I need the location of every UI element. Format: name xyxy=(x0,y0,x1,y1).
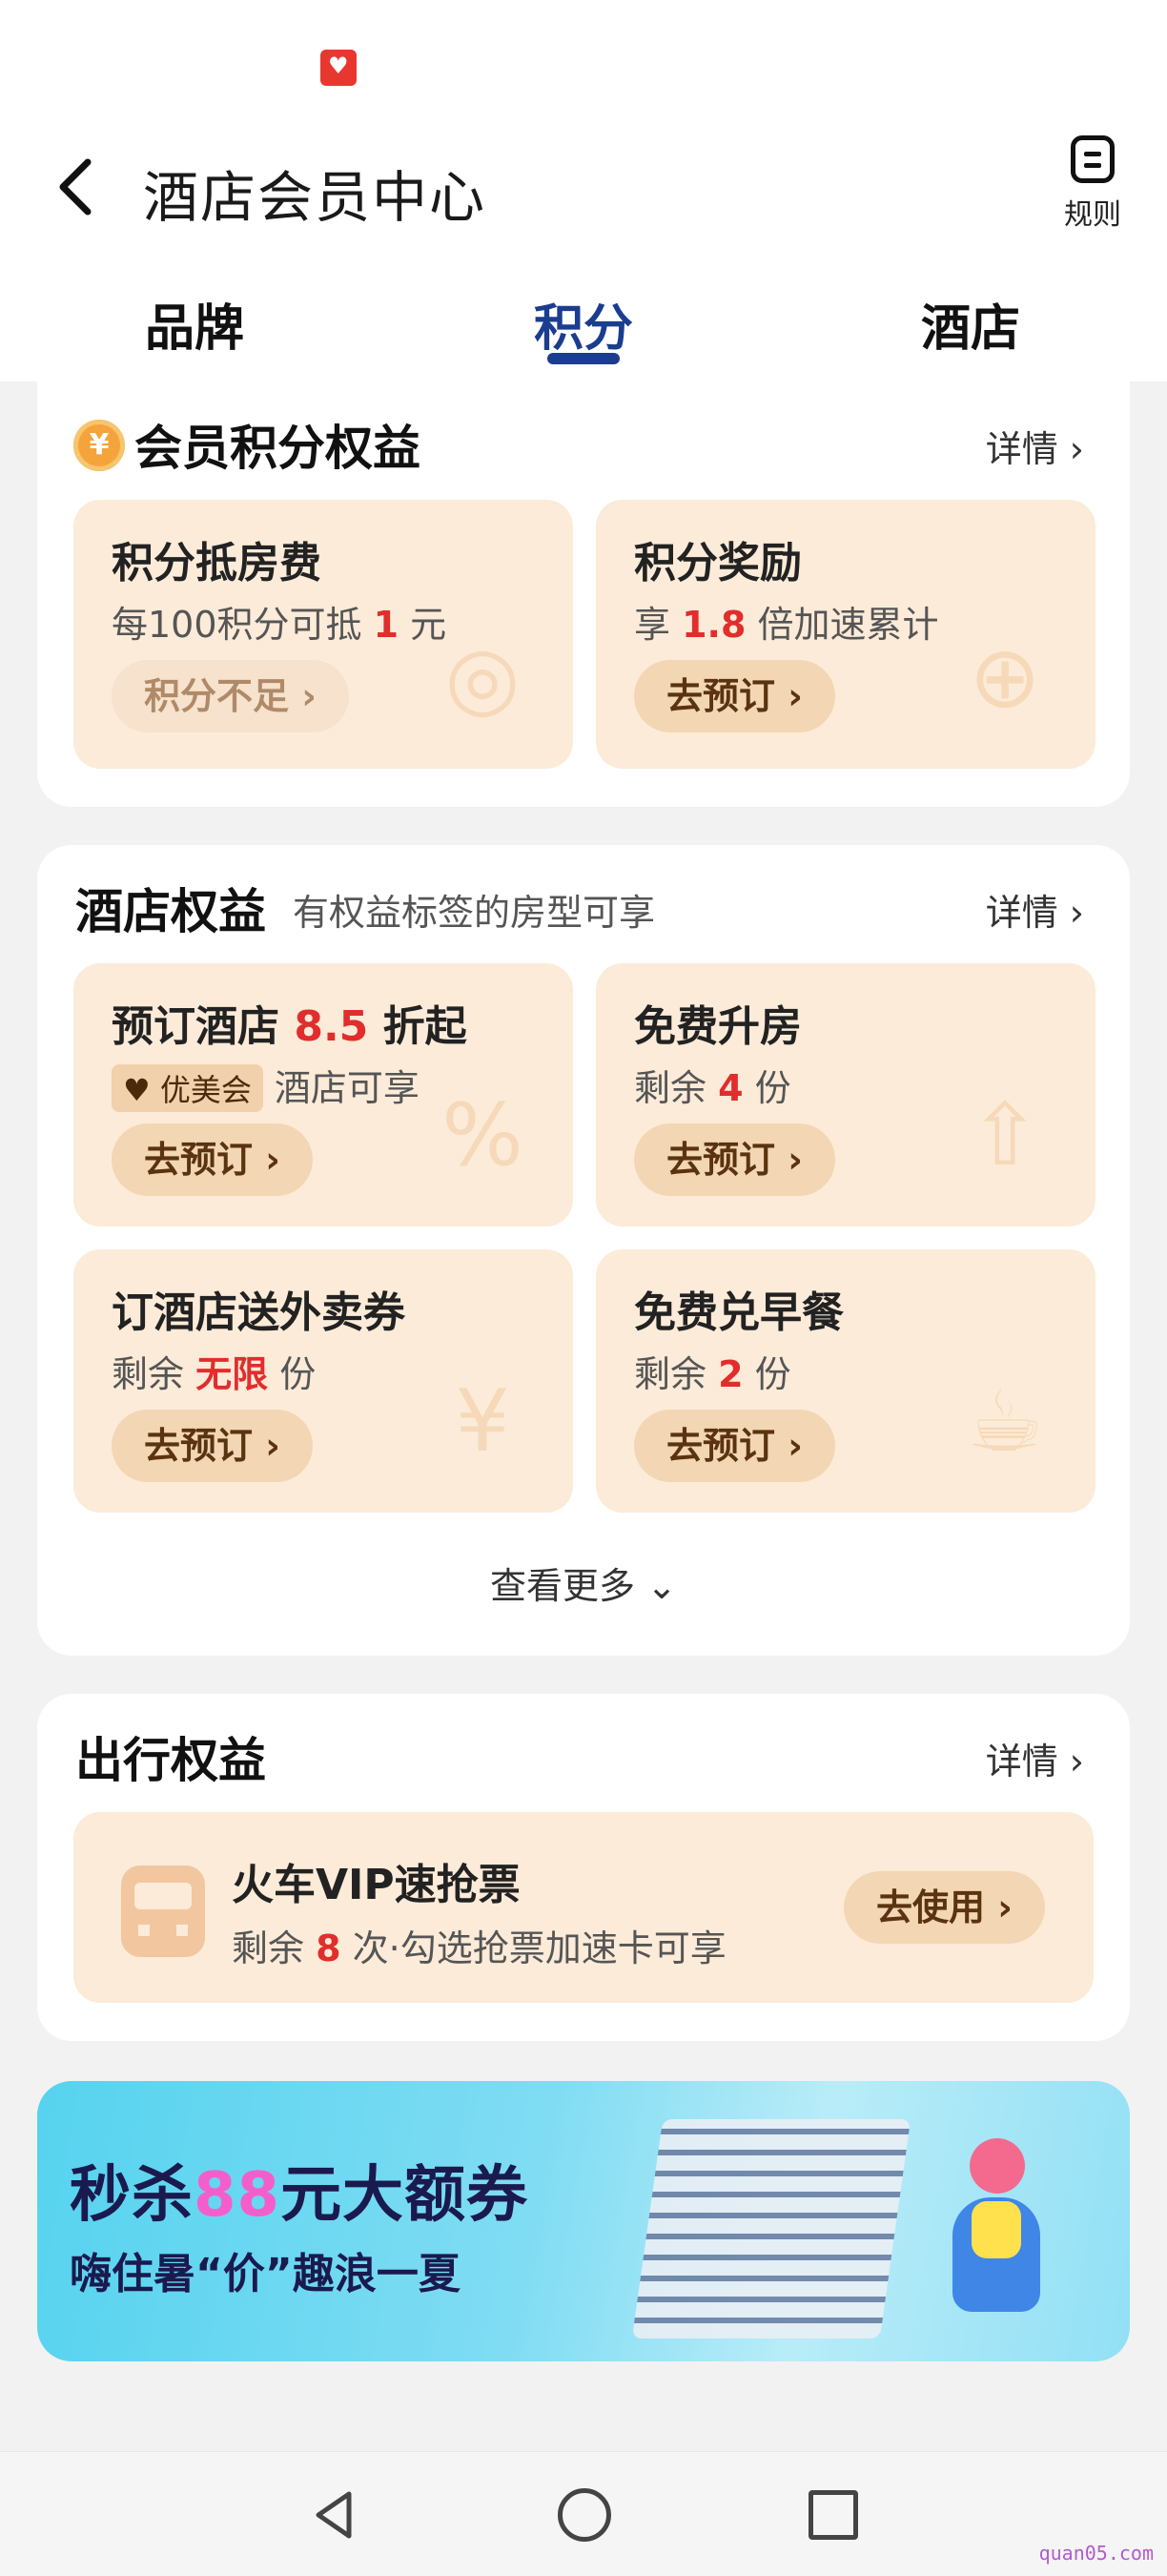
tile-title: 订酒店送外卖券 xyxy=(112,1288,405,1337)
nav-recents-icon[interactable] xyxy=(809,2490,858,2540)
tile-title: 免费升房 xyxy=(634,1002,802,1051)
tab-points[interactable]: 积分 xyxy=(534,288,633,360)
section-title: 会员积分权益 xyxy=(134,421,420,476)
travel-benefits-card: 出行权益 详情 › 火车VIP速抢票 剩余 8 次·勾选抢票加速卡可享 去使用 … xyxy=(37,1694,1130,2041)
tile-title: 火车VIP速抢票 xyxy=(232,1861,521,1909)
tile-desc: 每100积分可抵 1 元 xyxy=(112,604,447,646)
hotel-tile-breakfast[interactable]: 免费兑早餐 剩余 2 份 去预订 › ☕ xyxy=(596,1249,1095,1513)
tile-desc: ♥ 优美会 酒店可享 xyxy=(112,1059,420,1112)
hotel-tile-delivery-coupon[interactable]: 订酒店送外卖券 剩余 无限 份 去预订 › ¥ xyxy=(73,1249,573,1513)
top-bar: 酒店会员中心 规则 品牌 积分 酒店 xyxy=(0,0,1167,381)
book-button[interactable]: 去预订 › xyxy=(112,1410,313,1482)
hotel-benefits-card: 酒店权益 有权益标签的房型可享 详情 › 预订酒店 8.5 折起 ♥ 优美会 酒店… xyxy=(37,845,1130,1656)
promo-banner[interactable]: 秒杀88元大额券 嗨住暑“价”趣浪一夏 xyxy=(37,2081,1130,2361)
train-icon xyxy=(121,1865,205,1957)
detail-link[interactable]: 详情 › xyxy=(986,1732,1084,1784)
breakfast-icon: ☕ xyxy=(966,1371,1044,1472)
tab-hotel[interactable]: 酒店 xyxy=(921,288,1020,360)
coin-up-icon: ⊕ xyxy=(969,628,1041,728)
points-tile-room-fee[interactable]: 积分抵房费 每100积分可抵 1 元 积分不足 › ◎ xyxy=(73,500,573,769)
nav-home-icon[interactable] xyxy=(558,2488,611,2542)
rules-icon xyxy=(1071,135,1115,183)
tab-bar: 品牌 积分 酒店 xyxy=(0,277,1167,381)
coin-icon: ¥ xyxy=(73,420,125,471)
insufficient-points-button[interactable]: 积分不足 › xyxy=(112,660,349,732)
book-button[interactable]: 去预订 › xyxy=(634,660,835,732)
tile-desc: 剩余 无限 份 xyxy=(112,1353,317,1395)
tile-desc: 剩余 4 份 xyxy=(634,1067,791,1109)
hotel-tile-discount[interactable]: 预订酒店 8.5 折起 ♥ 优美会 酒店可享 去预订 › % xyxy=(73,963,573,1226)
banner-subline: 嗨住暑“价”趣浪一夏 xyxy=(70,2250,461,2298)
points-tile-reward[interactable]: 积分奖励 享 1.8 倍加速累计 去预订 › ⊕ xyxy=(596,500,1095,769)
tile-title: 免费兑早餐 xyxy=(634,1288,844,1337)
see-more-button[interactable]: 查看更多 ⌄ xyxy=(37,1556,1130,1609)
section-title: 出行权益 xyxy=(75,1733,266,1788)
tile-title: 预订酒店 8.5 折起 xyxy=(112,1002,467,1051)
tile-desc: 享 1.8 倍加速累计 xyxy=(634,604,939,646)
book-button[interactable]: 去预订 › xyxy=(634,1410,835,1482)
system-nav-bar: quan05.com xyxy=(0,2451,1167,2576)
coin-stack-icon: ◎ xyxy=(444,628,521,728)
vacation-person-illustration xyxy=(933,2119,1057,2348)
points-benefits-card: ¥ 会员积分权益 详情 › 积分抵房费 每100积分可抵 1 元 积分不足 › … xyxy=(37,381,1130,807)
rules-label: 规则 xyxy=(1064,198,1121,232)
section-title: 酒店权益 xyxy=(75,884,266,939)
hotel-building-image xyxy=(631,2119,911,2339)
chevron-down-icon: ⌄ xyxy=(646,1565,677,1607)
book-button[interactable]: 去预订 › xyxy=(112,1123,313,1196)
use-button[interactable]: 去使用 › xyxy=(844,1871,1045,1944)
banner-headline: 秒杀88元大额券 xyxy=(70,2160,529,2231)
tile-desc: 剩余 8 次·勾选抢票加速卡可享 xyxy=(232,1927,727,1969)
hotel-tile-upgrade[interactable]: 免费升房 剩余 4 份 去预订 › ⇧ xyxy=(596,963,1095,1226)
membership-badge: ♥ 优美会 xyxy=(112,1064,263,1112)
train-ticket-tile[interactable]: 火车VIP速抢票 剩余 8 次·勾选抢票加速卡可享 去使用 › xyxy=(73,1812,1094,2003)
coupon-icon: ¥ xyxy=(455,1371,510,1472)
watermark: quan05.com xyxy=(1038,2542,1154,2565)
tile-title: 积分奖励 xyxy=(634,539,802,587)
rules-button[interactable]: 规则 xyxy=(1056,135,1129,233)
book-button[interactable]: 去预订 › xyxy=(634,1123,835,1196)
detail-link[interactable]: 详情 › xyxy=(986,883,1084,936)
back-icon[interactable] xyxy=(48,153,105,221)
tile-title: 积分抵房费 xyxy=(112,539,321,587)
page-title: 酒店会员中心 xyxy=(143,165,487,230)
tile-desc: 剩余 2 份 xyxy=(634,1353,791,1395)
detail-link[interactable]: 详情 › xyxy=(986,420,1084,472)
discount-tag-icon: % xyxy=(441,1085,523,1185)
app-notification-icon xyxy=(320,50,357,86)
section-subtitle: 有权益标签的房型可享 xyxy=(293,892,656,934)
room-upgrade-icon: ⇧ xyxy=(969,1085,1041,1185)
tab-brand[interactable]: 品牌 xyxy=(145,288,244,360)
nav-back-icon[interactable] xyxy=(307,2486,364,2544)
active-tab-indicator xyxy=(547,353,620,364)
